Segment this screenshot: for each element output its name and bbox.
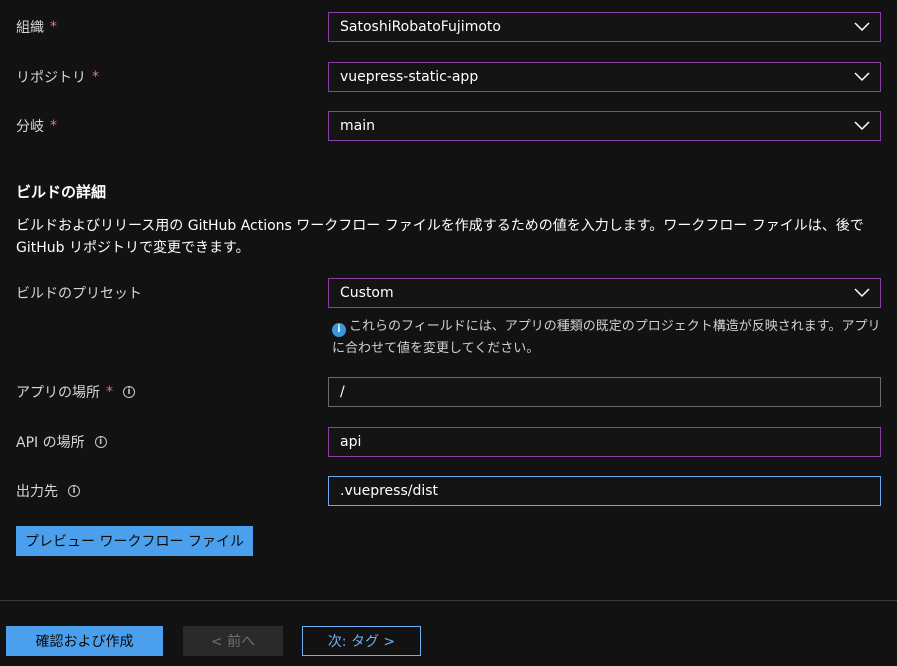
info-icon: i <box>332 323 346 337</box>
branch-label-text: 分岐 <box>16 119 44 135</box>
branch-select[interactable]: main <box>328 111 881 141</box>
preset-select[interactable]: Custom <box>328 278 881 308</box>
api-location-row: API の場所 i api <box>0 427 897 457</box>
preset-label: ビルドのプリセット <box>16 283 142 303</box>
required-mark: * <box>50 118 57 134</box>
required-mark: * <box>106 384 113 400</box>
app-location-label: アプリの場所 * i <box>16 382 135 402</box>
org-label-text: 組織 <box>16 20 44 36</box>
output-location-value: .vuepress/dist <box>340 483 439 499</box>
app-location-input[interactable]: / <box>328 377 881 407</box>
preset-note-text: これらのフィールドには、アプリの種類の既定のプロジェクト構造が反映されます。アプ… <box>332 319 881 356</box>
info-icon[interactable]: i <box>68 485 80 497</box>
output-location-row: 出力先 i .vuepress/dist <box>0 476 897 506</box>
footer-divider <box>0 600 897 601</box>
info-icon[interactable]: i <box>123 386 135 398</box>
app-location-row: アプリの場所 * i / <box>0 377 897 407</box>
chevron-down-icon <box>854 288 870 298</box>
branch-row: 分岐 * main <box>0 111 897 141</box>
org-select[interactable]: SatoshiRobatoFujimoto <box>328 12 881 42</box>
chevron-down-icon <box>854 121 870 131</box>
repo-label: リポジトリ * <box>16 67 99 87</box>
previous-button[interactable]: < 前へ <box>183 626 283 656</box>
api-location-value: api <box>340 434 362 450</box>
section-title: ビルドの詳細 <box>16 183 107 201</box>
app-location-value: / <box>340 384 345 400</box>
review-create-button[interactable]: 確認および作成 <box>6 626 163 656</box>
preset-row: ビルドのプリセット Custom <box>0 278 897 308</box>
repo-label-text: リポジトリ <box>16 70 86 86</box>
preset-label-text: ビルドのプリセット <box>16 286 142 302</box>
chevron-down-icon <box>854 72 870 82</box>
required-mark: * <box>92 69 99 85</box>
api-location-label-text: API の場所 <box>16 435 85 451</box>
next-tags-button[interactable]: 次: タグ > <box>302 626 421 656</box>
repo-select-value: vuepress-static-app <box>340 69 479 85</box>
branch-select-value: main <box>340 118 375 134</box>
api-location-label: API の場所 i <box>16 432 107 452</box>
branch-label: 分岐 * <box>16 116 57 136</box>
output-location-input[interactable]: .vuepress/dist <box>328 476 881 506</box>
required-mark: * <box>50 19 57 35</box>
repo-row: リポジトリ * vuepress-static-app <box>0 62 897 92</box>
preset-note: i これらのフィールドには、アプリの種類の既定のプロジェクト構造が反映されます。ア… <box>332 316 887 360</box>
org-label: 組織 * <box>16 17 57 37</box>
section-description: ビルドおよびリリース用の GitHub Actions ワークフロー ファイルを… <box>16 218 864 256</box>
repo-select[interactable]: vuepress-static-app <box>328 62 881 92</box>
app-location-label-text: アプリの場所 <box>16 385 100 401</box>
output-location-label-text: 出力先 <box>16 484 58 500</box>
api-location-input[interactable]: api <box>328 427 881 457</box>
preset-select-value: Custom <box>340 285 394 301</box>
org-select-value: SatoshiRobatoFujimoto <box>340 19 501 35</box>
preview-workflow-button[interactable]: プレビュー ワークフロー ファイル <box>16 526 253 556</box>
info-icon[interactable]: i <box>94 436 107 448</box>
chevron-down-icon <box>854 22 870 32</box>
output-location-label: 出力先 i <box>16 481 80 501</box>
org-row: 組織 * SatoshiRobatoFujimoto <box>0 12 897 42</box>
